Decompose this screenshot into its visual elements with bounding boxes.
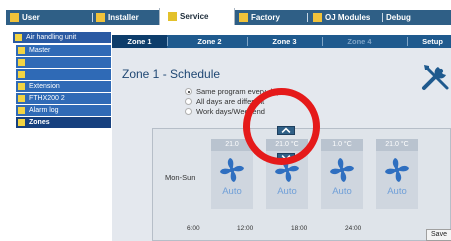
time-axis: 6:00 12:00 18:00 24:00	[187, 225, 417, 235]
sidebar-item-label: Extension	[29, 83, 60, 90]
tab-service[interactable]: Service	[159, 8, 235, 25]
sidebar-item-label: Master	[29, 47, 51, 54]
tab-separator	[322, 37, 323, 46]
unit-icon	[18, 71, 25, 78]
save-button[interactable]: Save	[426, 229, 451, 241]
sidebar-item-air-handling-unit[interactable]: Air handling unit	[13, 32, 111, 43]
fan-icon	[220, 158, 244, 182]
tab-zone-3[interactable]: Zone 3	[262, 35, 307, 48]
service-icon	[168, 12, 177, 21]
installer-icon	[96, 13, 105, 22]
block-mode: Auto	[332, 186, 352, 197]
fan-icon	[330, 158, 354, 182]
zone-tab-bar: Zone 1 Zone 2 Zone 3 Zone 4 Setup	[112, 35, 451, 48]
top-tab-bar: User Installer Service Factory OJ Module…	[6, 8, 451, 25]
schedule-block[interactable]: 21.0 Auto	[211, 139, 253, 209]
sidebar-item-fthx200-2[interactable]: FTHX200 2	[16, 93, 111, 104]
unit-icon	[15, 34, 22, 41]
tab-oj-modules-label: OJ Modules	[325, 13, 371, 22]
tab-separator	[382, 13, 383, 22]
sidebar-item-label: Alarm log	[29, 107, 59, 114]
unit-icon	[18, 107, 25, 114]
block-temperature: 1.0 °C	[321, 139, 363, 151]
tab-installer[interactable]: Installer	[96, 10, 152, 25]
sidebar-item-3[interactable]	[16, 57, 111, 68]
unit-icon	[18, 59, 25, 66]
sidebar-item-alarm-log[interactable]: Alarm log	[16, 105, 111, 116]
time-tick: 18:00	[291, 225, 308, 232]
tab-factory[interactable]: Factory	[239, 10, 299, 25]
tab-user[interactable]: User	[10, 10, 50, 25]
tab-debug[interactable]: Debug	[386, 10, 426, 25]
sidebar-item-zones[interactable]: Zones	[16, 117, 111, 128]
tab-setup[interactable]: Setup	[414, 35, 451, 48]
tab-factory-label: Factory	[251, 13, 280, 22]
sidebar-item-master[interactable]: Master	[16, 45, 111, 56]
time-tick: 12:00	[237, 225, 254, 232]
sidebar-item-4[interactable]	[16, 69, 111, 80]
page-title: Zone 1 - Schedule	[122, 67, 221, 81]
tools-icon	[422, 65, 449, 90]
tab-zone-4: Zone 4	[347, 37, 372, 46]
tab-installer-label: Installer	[108, 13, 139, 22]
block-mode: Auto	[222, 186, 242, 197]
sidebar-item-label: Zones	[29, 119, 50, 126]
tab-separator	[92, 13, 93, 22]
sidebar-item-label: Air handling unit	[26, 34, 77, 41]
block-mode: Auto	[387, 186, 407, 197]
schedule-block[interactable]: 21.0 °C Auto	[376, 139, 418, 209]
highlight-circle	[243, 88, 320, 165]
unit-icon	[18, 83, 25, 90]
user-icon	[10, 13, 19, 22]
tab-zone-2[interactable]: Zone 2	[187, 35, 232, 48]
unit-icon	[18, 47, 25, 54]
block-mode: Auto	[277, 186, 297, 197]
radio-button[interactable]	[185, 88, 192, 95]
tab-debug-label: Debug	[386, 13, 411, 22]
factory-icon	[239, 13, 248, 22]
tab-zone-1[interactable]: Zone 1	[112, 35, 167, 48]
tab-separator	[307, 13, 308, 22]
sidebar-item-label: FTHX200 2	[29, 95, 65, 102]
tab-oj-modules[interactable]: OJ Modules	[313, 10, 373, 25]
tab-separator	[407, 37, 408, 46]
radio-button[interactable]	[185, 108, 192, 115]
unit-icon	[18, 119, 25, 126]
schedule-block[interactable]: 1.0 °C Auto	[321, 139, 363, 209]
time-tick: 6:00	[187, 225, 200, 232]
modules-icon	[313, 13, 322, 22]
schedule-row-label: Mon-Sun	[165, 173, 196, 182]
radio-button[interactable]	[185, 98, 192, 105]
fan-icon	[385, 158, 409, 182]
block-temperature: 21.0 °C	[376, 139, 418, 151]
tab-service-label: Service	[180, 12, 209, 21]
tab-separator	[247, 37, 248, 46]
time-tick: 24:00	[345, 225, 362, 232]
sidebar-item-extension[interactable]: Extension	[16, 81, 111, 92]
sidebar: Air handling unit Master Extension FTHX2…	[6, 26, 112, 241]
tab-user-label: User	[22, 13, 40, 22]
unit-icon	[18, 95, 25, 102]
tab-separator	[167, 37, 168, 46]
